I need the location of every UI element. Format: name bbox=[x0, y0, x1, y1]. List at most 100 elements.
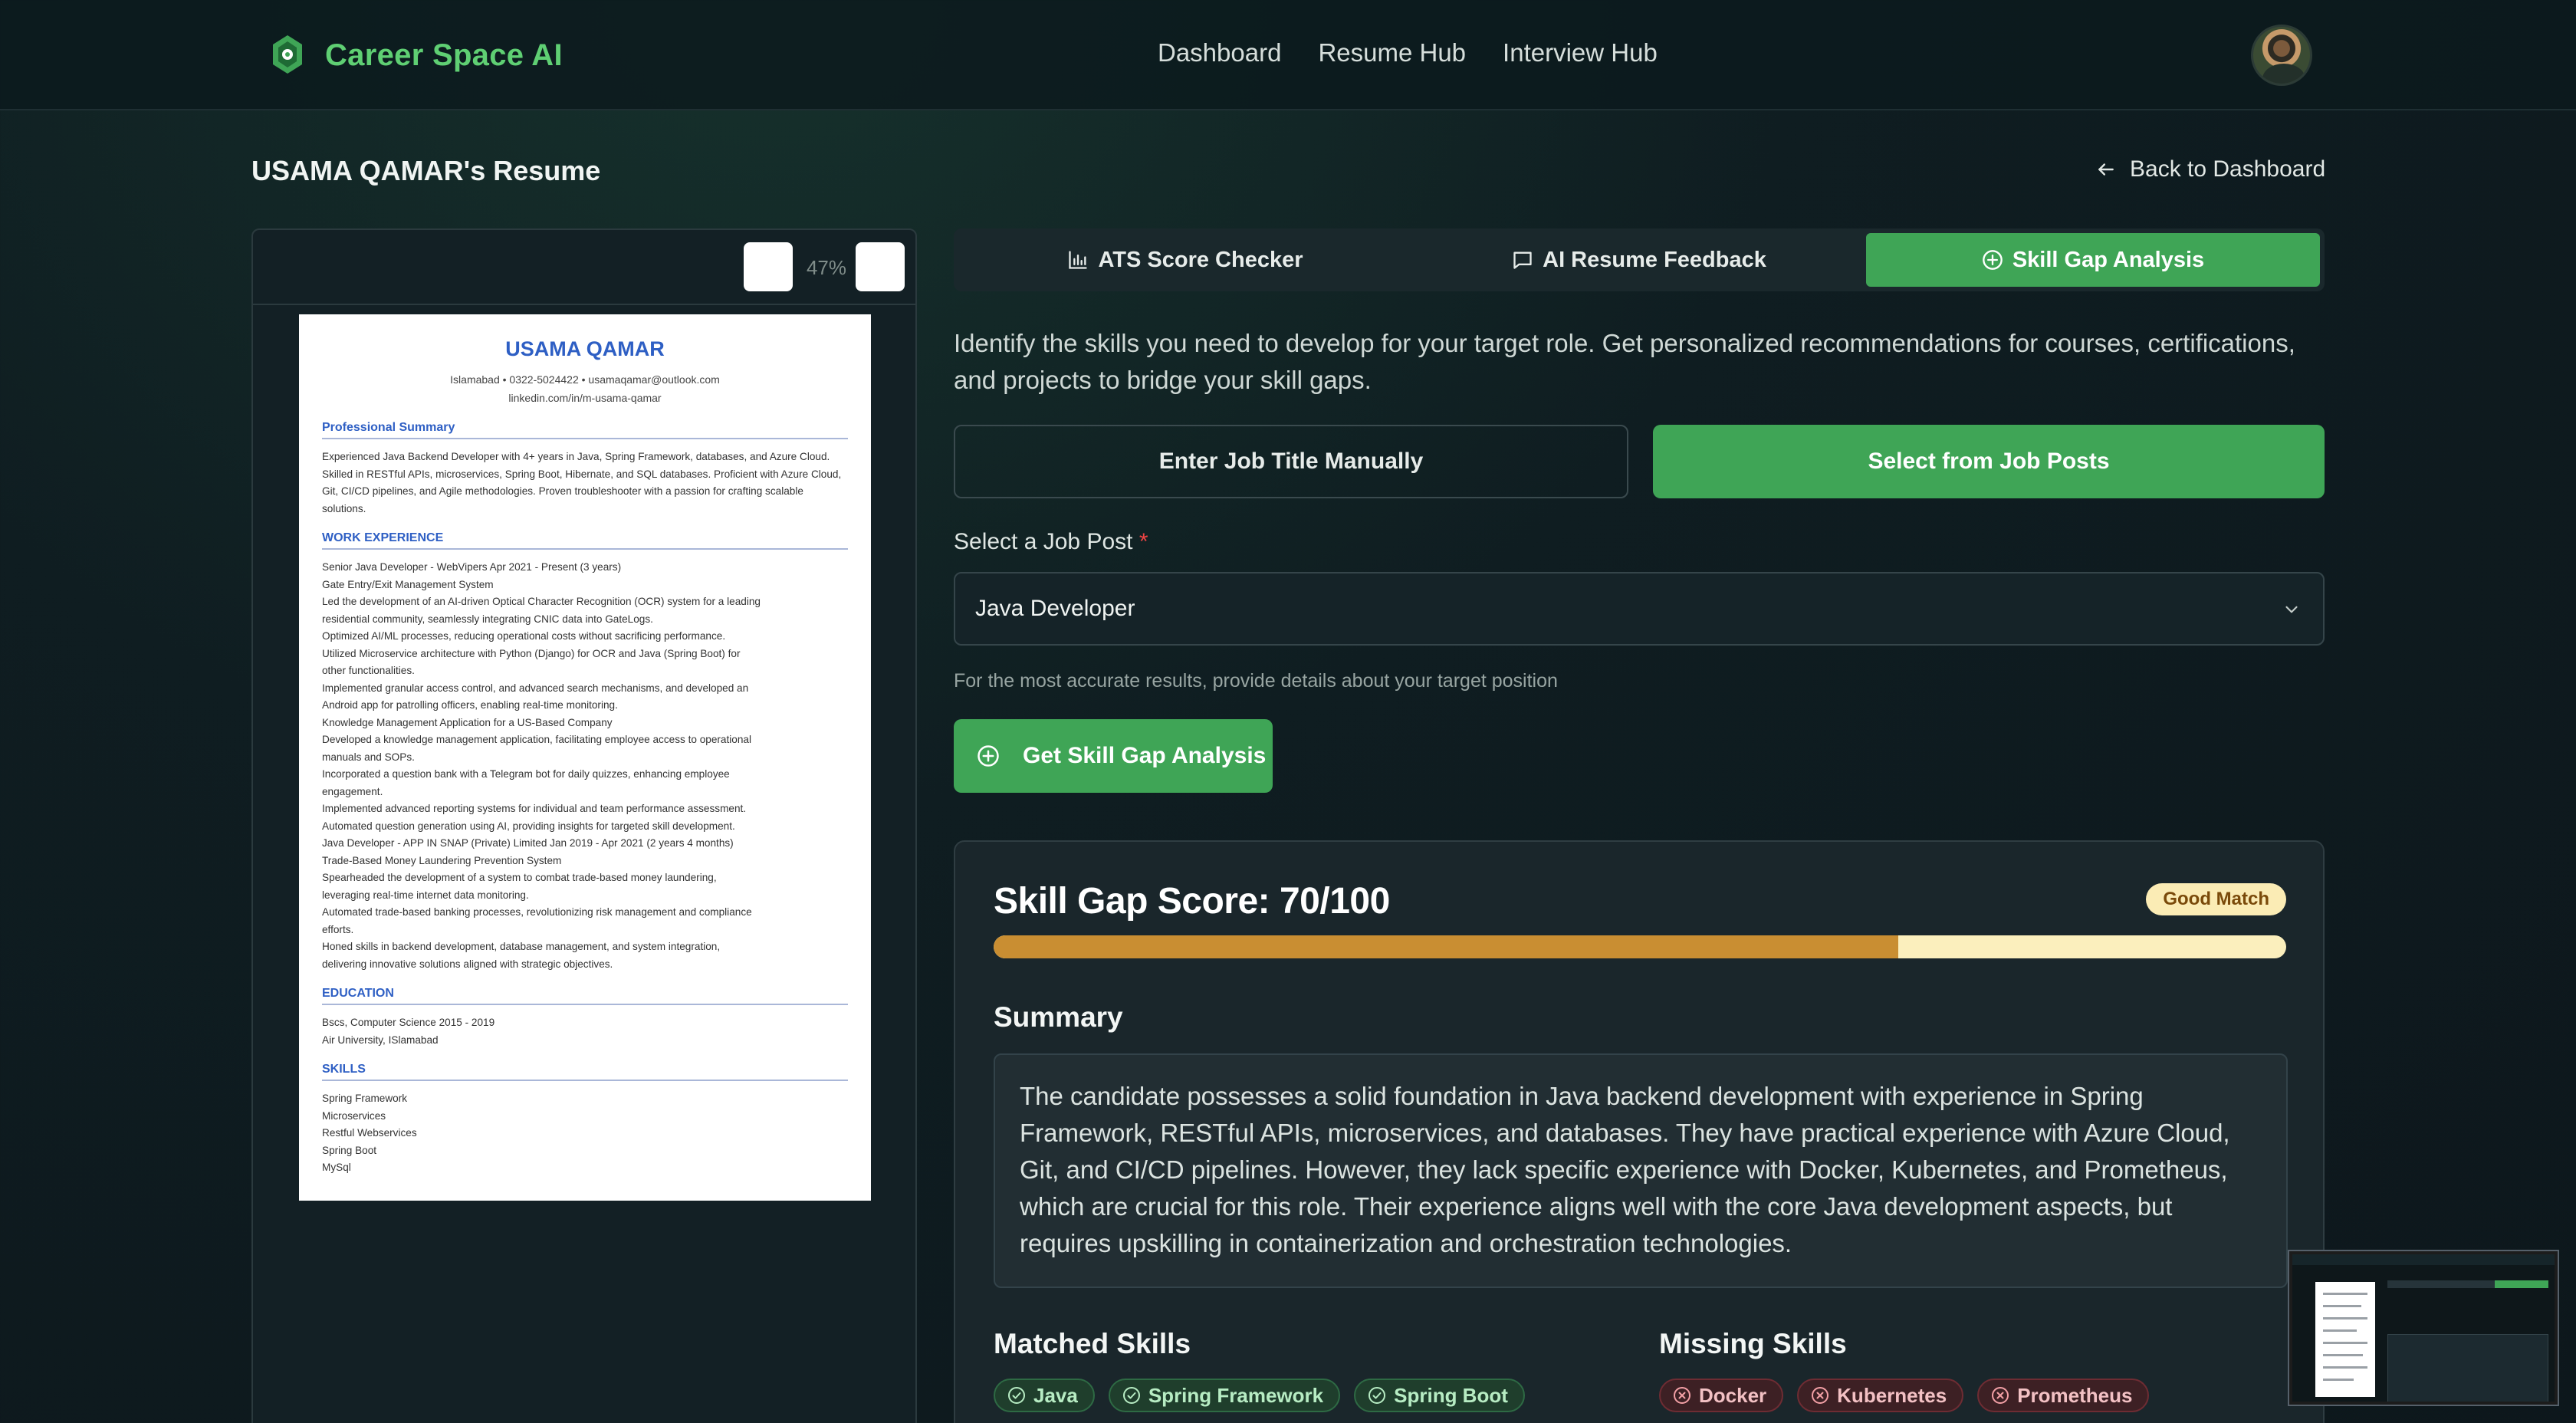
thumbnail-line bbox=[2323, 1366, 2367, 1369]
skill-name: Java bbox=[1033, 1383, 1078, 1407]
resume-document[interactable]: USAMA QAMAR Islamabad • 0322-5024422 • u… bbox=[299, 314, 871, 1201]
resume-line: leveraging real-time internet data monit… bbox=[322, 889, 529, 901]
plus-circle-icon bbox=[978, 745, 999, 767]
resume-line: Gate Entry/Exit Management System bbox=[322, 578, 494, 590]
enter-job-title-manually-button[interactable]: Enter Job Title Manually bbox=[954, 425, 1628, 498]
required-mark: * bbox=[1138, 529, 1148, 554]
missing-skill-chip: Prometheus bbox=[1977, 1379, 2150, 1412]
nav-link-dashboard[interactable]: Dashboard bbox=[1158, 38, 1281, 67]
job-post-label: Select a Job Post * bbox=[954, 529, 1148, 555]
resume-line: manuals and SOPs. bbox=[322, 751, 415, 763]
tab-label: AI Resume Feedback bbox=[1543, 247, 1766, 272]
nav-links: Dashboard Resume Hub Interview Hub bbox=[1158, 38, 1658, 67]
resume-section-heading: SKILLS bbox=[322, 1063, 848, 1081]
message-icon bbox=[1513, 251, 1532, 269]
check-circle-icon bbox=[1368, 1387, 1386, 1404]
thumbnail-nav bbox=[2292, 1254, 2555, 1265]
job-post-select[interactable]: Java Developer bbox=[954, 572, 2325, 646]
job-post-label-text: Select a Job Post bbox=[954, 529, 1133, 554]
tab-label: Skill Gap Analysis bbox=[2012, 247, 2205, 272]
thumbnail-line bbox=[2323, 1379, 2354, 1381]
resume-line: other functionalities. bbox=[322, 665, 415, 676]
resume-line: Knowledge Management Application for a U… bbox=[322, 716, 613, 728]
match-badge: Good Match bbox=[2146, 883, 2286, 915]
thumbnail-line bbox=[2323, 1342, 2367, 1344]
zoom-in-button[interactable] bbox=[856, 242, 905, 291]
matched-skill-chip: Java bbox=[994, 1379, 1095, 1412]
resume-line: Led the development of an AI-driven Opti… bbox=[322, 596, 761, 607]
thumbnail-line bbox=[2323, 1329, 2357, 1332]
skill-name: Docker bbox=[1699, 1383, 1767, 1407]
summary-heading: Summary bbox=[994, 1001, 1123, 1033]
skill-name: Spring Boot bbox=[1394, 1383, 1508, 1407]
nav-link-interview-hub[interactable]: Interview Hub bbox=[1503, 38, 1658, 67]
back-to-dashboard-link[interactable]: Back to Dashboard bbox=[2096, 156, 2325, 182]
get-skill-gap-analysis-button[interactable]: Get Skill Gap Analysis bbox=[954, 719, 1273, 793]
resume-line: MySql bbox=[322, 1162, 351, 1173]
user-avatar[interactable] bbox=[2251, 25, 2312, 86]
resume-line: Spearheaded the development of a system … bbox=[322, 872, 717, 883]
skill-name: Kubernetes bbox=[1837, 1383, 1947, 1407]
back-link-label: Back to Dashboard bbox=[2130, 156, 2326, 182]
page-title: USAMA QAMAR's Resume bbox=[251, 155, 601, 186]
resume-line: efforts. bbox=[322, 923, 354, 935]
check-circle-icon bbox=[1122, 1387, 1140, 1404]
resume-name: USAMA QAMAR bbox=[505, 337, 665, 360]
arrow-left-icon bbox=[2098, 163, 2114, 176]
resume-section-heading: WORK EXPERIENCE bbox=[322, 531, 848, 550]
job-post-hint: For the most accurate results, provide d… bbox=[954, 670, 1558, 692]
resume-section-heading: EDUCATION bbox=[322, 987, 848, 1005]
resume-line: Spring Framework bbox=[322, 1093, 408, 1104]
job-post-selected-value: Java Developer bbox=[975, 596, 1135, 621]
resume-line: Honed skills in backend development, dat… bbox=[322, 941, 721, 952]
analysis-tabs: ATS Score Checker AI Resume Feedback Ski… bbox=[954, 228, 2325, 291]
x-circle-icon bbox=[1674, 1387, 1691, 1404]
zoom-level: 47% bbox=[806, 256, 847, 279]
resume-line: Incorporated a question bank with a Tele… bbox=[322, 768, 730, 780]
resume-line: Bscs, Computer Science 2015 - 2019 bbox=[322, 1017, 495, 1028]
screenshot-thumbnail[interactable] bbox=[2289, 1251, 2558, 1405]
resume-line: Implemented granular access control, and… bbox=[322, 682, 749, 694]
resume-contact: Islamabad • 0322-5024422 • usamaqamar@ou… bbox=[450, 373, 720, 386]
thumbnail-line bbox=[2323, 1305, 2361, 1307]
skill-name: Prometheus bbox=[2017, 1383, 2133, 1407]
top-nav: Career Space AI Dashboard Resume Hub Int… bbox=[0, 0, 2576, 110]
summary-text: The candidate possesses a solid foundati… bbox=[994, 1053, 2288, 1288]
missing-skills-list: Docker Kubernetes Prometheus bbox=[1659, 1379, 2150, 1412]
select-from-job-posts-button[interactable]: Select from Job Posts bbox=[1653, 425, 2325, 498]
brand[interactable]: Career Space AI bbox=[267, 34, 563, 77]
missing-skills-heading: Missing Skills bbox=[1659, 1328, 1847, 1359]
rocket-logo-icon bbox=[273, 35, 302, 74]
resume-section-heading: Professional Summary bbox=[322, 421, 848, 439]
resume-line: delivering innovative solutions aligned … bbox=[322, 958, 613, 970]
resume-viewer: 47% USAMA QAMAR Islamabad • 0322-5024422… bbox=[251, 228, 917, 1423]
skill-name: Spring Framework bbox=[1148, 1383, 1324, 1407]
tab-ai-resume-feedback[interactable]: AI Resume Feedback bbox=[1412, 233, 1866, 287]
thumbnail-line bbox=[2323, 1317, 2367, 1319]
matched-skills-heading: Matched Skills bbox=[994, 1328, 1191, 1359]
resume-experience: Senior Java Developer - WebVipers Apr 20… bbox=[322, 559, 848, 973]
matched-skill-chip: Spring Framework bbox=[1108, 1379, 1341, 1412]
missing-skill-chip: Docker bbox=[1659, 1379, 1784, 1412]
tab-ats-score-checker[interactable]: ATS Score Checker bbox=[958, 233, 1412, 287]
thumbnail-tabs bbox=[2387, 1280, 2548, 1288]
resume-line: Developed a knowledge management applica… bbox=[322, 734, 751, 745]
bar-chart-icon bbox=[1069, 251, 1088, 269]
resume-line: Air University, ISlamabad bbox=[322, 1034, 439, 1046]
resume-line: Utilized Microservice architecture with … bbox=[322, 647, 741, 659]
plus-circle-icon bbox=[1982, 250, 2003, 270]
nav-link-resume-hub[interactable]: Resume Hub bbox=[1318, 38, 1466, 67]
resume-line: Implemented advanced reporting systems f… bbox=[322, 803, 747, 814]
skill-gap-intro: Identify the skills you need to develop … bbox=[954, 329, 2295, 394]
resume-summary: Experienced Java Backend Developer with … bbox=[322, 451, 842, 514]
resume-line: Trade-Based Money Laundering Prevention … bbox=[322, 854, 562, 866]
chevron-down-icon bbox=[2285, 606, 2298, 613]
viewer-toolbar: 47% bbox=[253, 230, 915, 305]
x-circle-icon bbox=[1992, 1387, 2009, 1404]
zoom-out-button[interactable] bbox=[744, 242, 793, 291]
cta-label: Get Skill Gap Analysis bbox=[1023, 743, 1267, 768]
tab-skill-gap-analysis[interactable]: Skill Gap Analysis bbox=[1866, 233, 2320, 287]
resume-line: residential community, seamlessly integr… bbox=[322, 613, 653, 625]
score-progress-bar bbox=[994, 935, 2286, 958]
thumbnail-document bbox=[2315, 1282, 2375, 1397]
